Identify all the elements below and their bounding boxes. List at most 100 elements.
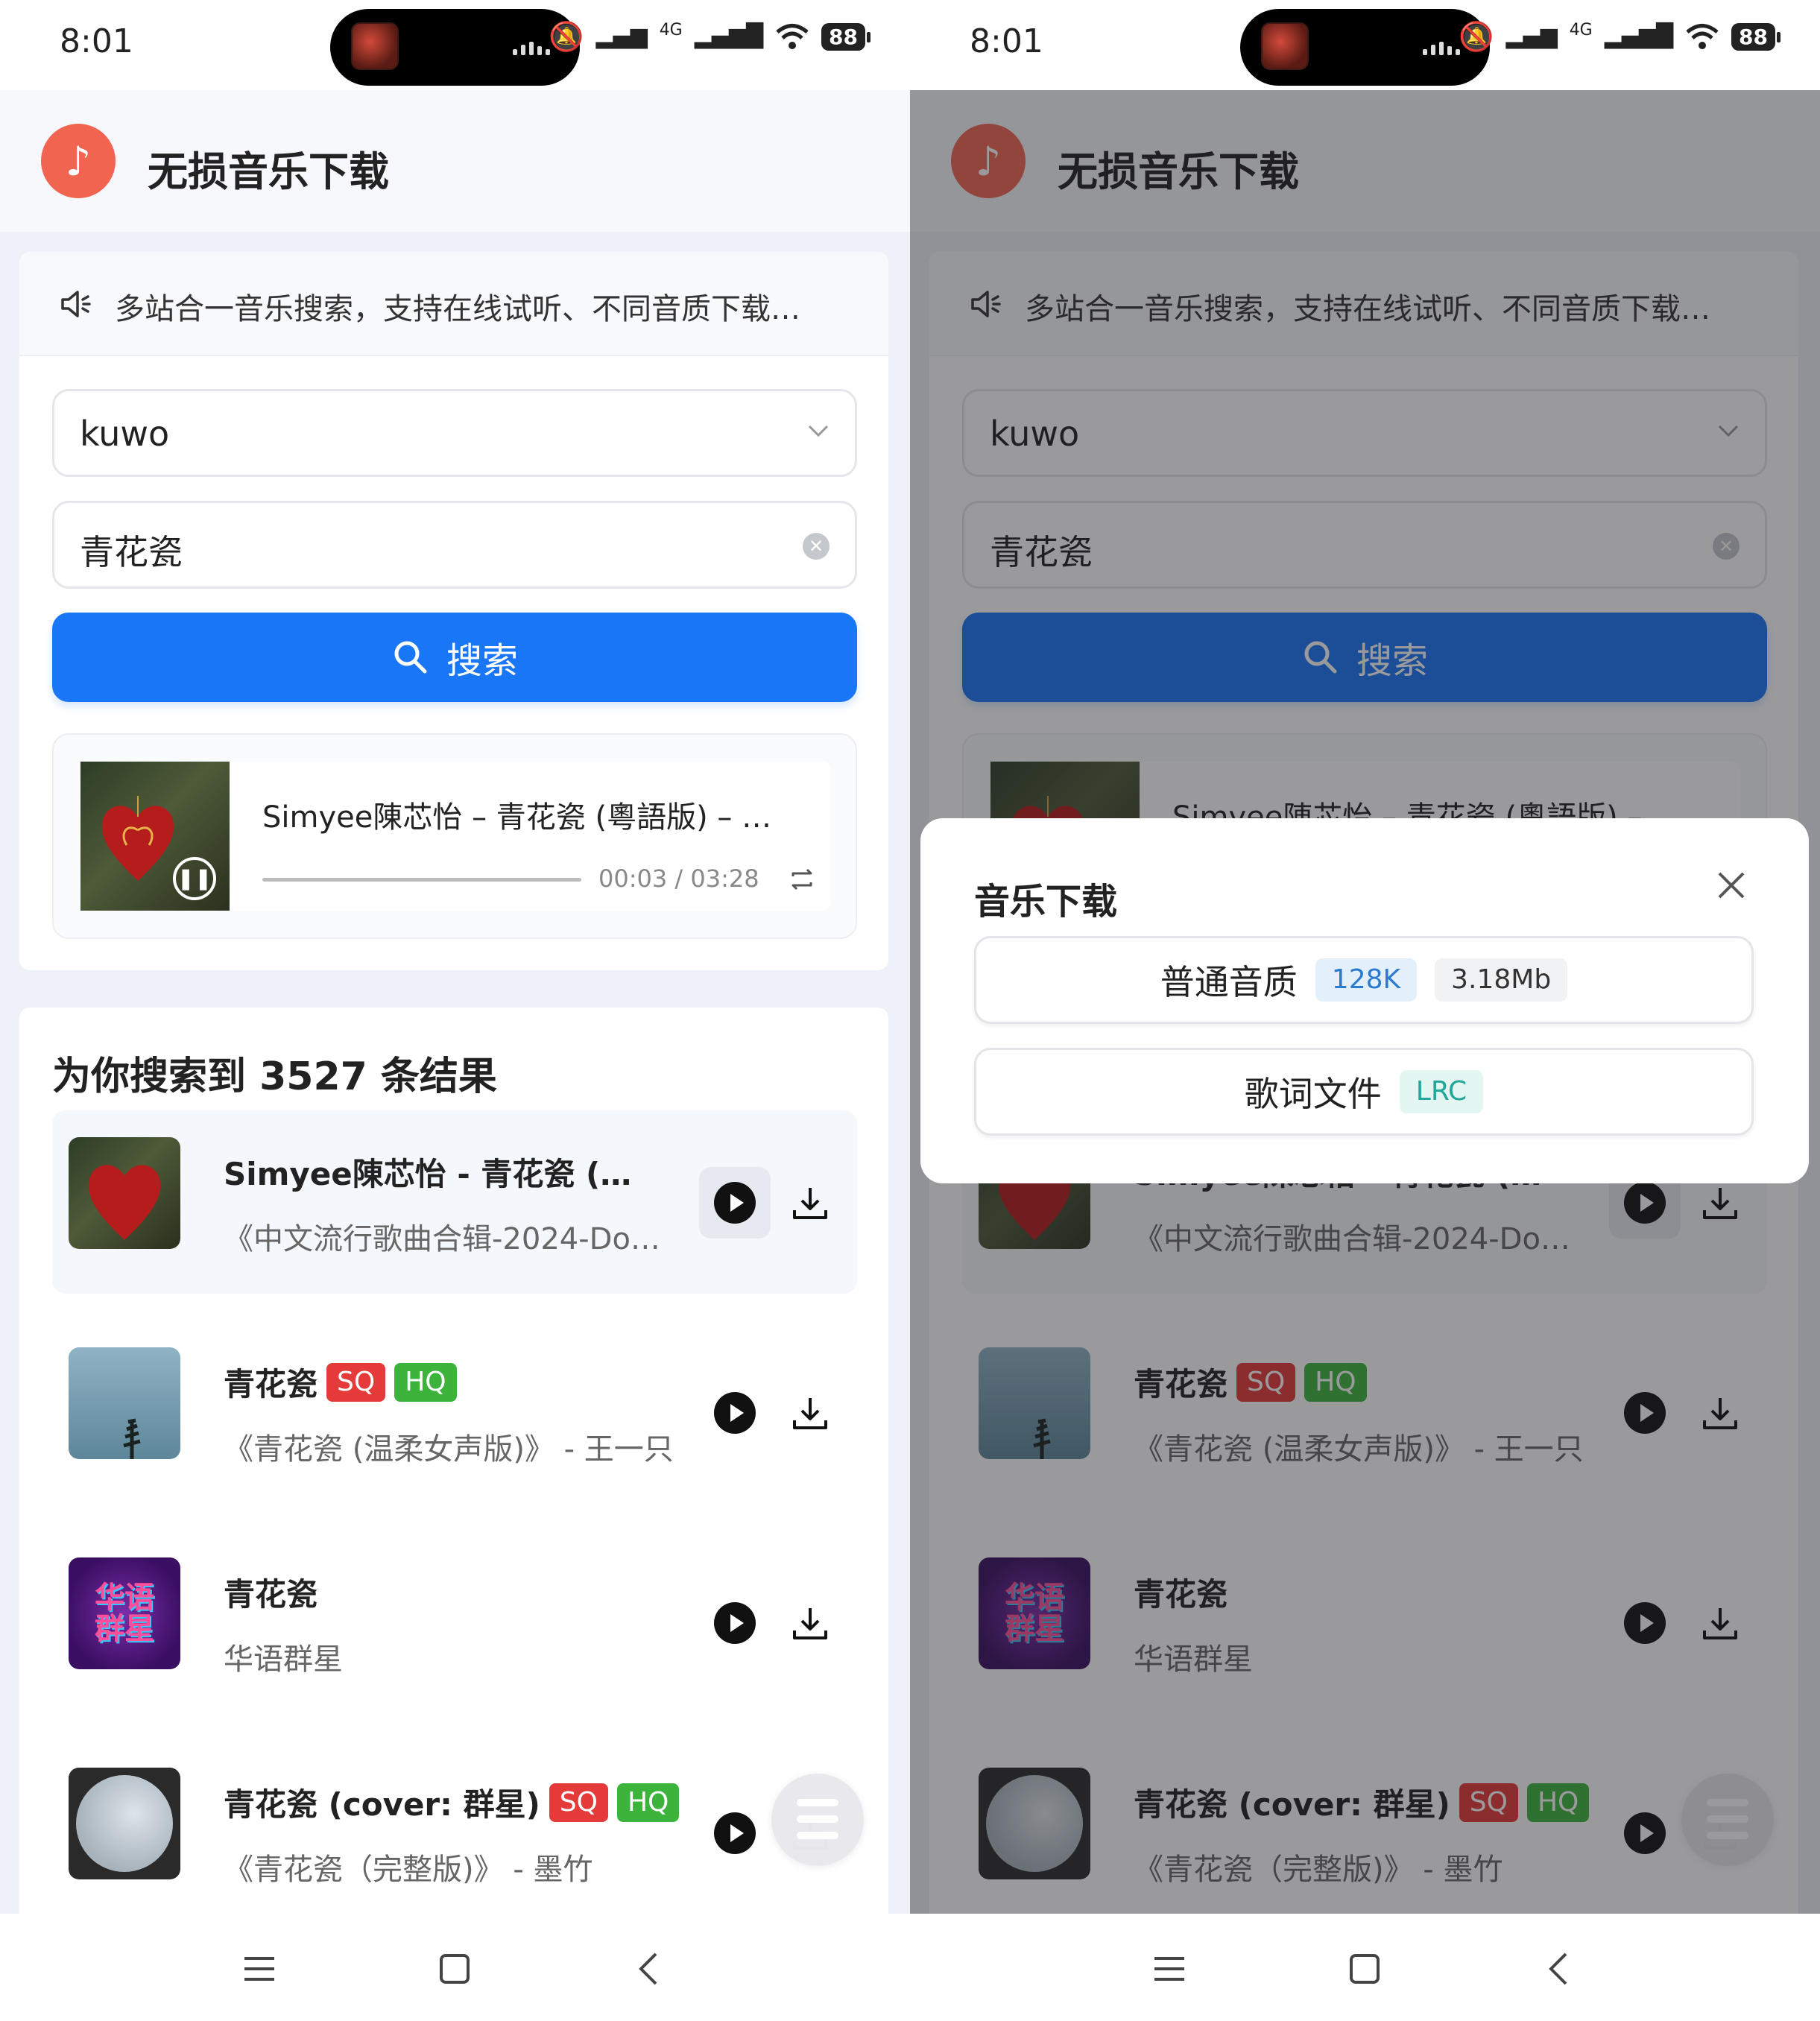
sq-badge: SQ <box>549 1783 608 1822</box>
search-input[interactable]: 青花瓷 ✕ <box>52 501 857 589</box>
lrc-tag: LRC <box>1399 1070 1484 1113</box>
result-subtitle: 华语群星 <box>224 1642 343 1677</box>
battery-indicator: 88 <box>821 22 870 51</box>
wifi-icon <box>1686 24 1719 49</box>
download-icon[interactable] <box>790 1604 830 1644</box>
recent-apps-icon[interactable] <box>237 1946 282 1991</box>
download-icon[interactable] <box>790 1183 830 1224</box>
heart-ornament-image <box>101 796 174 881</box>
back-icon[interactable] <box>1538 1946 1582 1991</box>
search-button-label: 搜索 <box>446 640 518 682</box>
pause-icon[interactable]: ❚❚ <box>173 857 216 900</box>
clear-icon[interactable]: ✕ <box>803 533 830 560</box>
home-icon[interactable] <box>432 1946 477 1991</box>
result-title: 青花瓷 SQ HQ <box>224 1359 457 1405</box>
result-title: 青花瓷 (cover: 群星) SQ HQ <box>224 1780 680 1825</box>
play-icon <box>714 1812 756 1854</box>
player-title: Simyee陳芯怡 – 青花瓷 (粵語版) – … <box>262 800 772 835</box>
wifi-icon <box>776 24 809 49</box>
source-select[interactable]: kuwo <box>52 389 857 477</box>
mute-bell-icon: 🔕 <box>1459 20 1494 53</box>
close-icon[interactable] <box>1709 863 1754 908</box>
status-icons: 🔕 ▂▄▆ 4G ▂▄▆█ 88 <box>1459 20 1780 53</box>
song-thumbnail <box>69 1347 180 1459</box>
system-nav-bar <box>0 1914 910 2021</box>
dynamic-island[interactable] <box>1240 9 1490 86</box>
album-cover: ❚❚ <box>80 762 230 911</box>
phone-screen-download-dialog: 8:01 🔕 ▂▄▆ 4G ▂▄▆█ 88 ♪ 无损音乐下载 多站合一音乐搜索，… <box>910 0 1820 2021</box>
result-subtitle: 《中文流行歌曲合辑-2024-Do… <box>224 1222 660 1256</box>
progress-slider[interactable] <box>262 878 581 882</box>
result-item[interactable]: 华语群星 青花瓷 华语群星 <box>52 1531 857 1714</box>
quality-option-button[interactable]: 普通音质 128K 3.18Mb <box>974 936 1754 1024</box>
status-time: 8:01 <box>970 22 1043 60</box>
results-card: 为你搜索到 3527 条结果 Simyee陳芯怡 - 青花瓷 (粤… 《中文流行… <box>19 1008 888 2021</box>
download-dialog: 音乐下载 普通音质 128K 3.18Mb 歌词文件 LRC <box>920 818 1809 1183</box>
status-bar: 8:01 🔕 ▂▄▆ 4G ▂▄▆█ 88 <box>0 0 910 90</box>
back-icon[interactable] <box>628 1946 672 1991</box>
search-icon <box>394 641 427 674</box>
repeat-icon[interactable] <box>787 864 817 894</box>
play-icon <box>714 1182 756 1224</box>
now-playing-app-icon <box>1261 22 1309 70</box>
result-subtitle: 《青花瓷 (温柔女声版)》 - 王一只 <box>224 1432 674 1467</box>
search-button[interactable]: 搜索 <box>52 613 857 702</box>
round-artwork-image <box>76 1775 173 1872</box>
download-icon[interactable] <box>790 1394 830 1434</box>
dialog-title: 音乐下载 <box>974 881 1118 923</box>
notice-text: 多站合一音乐搜索，支持在线试听、不同音质下载… <box>115 292 800 326</box>
player-body: ❚❚ Simyee陳芯怡 – 青花瓷 (粵語版) – … 00:03 / 03:… <box>80 762 830 911</box>
menu-icon-line <box>797 1832 838 1839</box>
result-item[interactable]: Simyee陳芯怡 - 青花瓷 (粤… 《中文流行歌曲合辑-2024-Do… <box>52 1110 857 1294</box>
result-title: Simyee陳芯怡 - 青花瓷 (粤… <box>224 1156 641 1192</box>
hq-badge: HQ <box>394 1362 457 1402</box>
results-title: 为你搜索到 3527 条结果 <box>52 1054 497 1099</box>
dynamic-island[interactable] <box>330 9 580 86</box>
bitrate-tag: 128K <box>1315 958 1418 1002</box>
search-input-value: 青花瓷 <box>80 532 183 572</box>
chevron-down-icon <box>808 425 829 437</box>
audio-player: ❚❚ Simyee陳芯怡 – 青花瓷 (粵語版) – … 00:03 / 03:… <box>52 733 857 939</box>
result-title: 青花瓷 <box>224 1576 318 1613</box>
hq-badge: HQ <box>616 1783 680 1822</box>
thumbnail-text: 华语群星 <box>95 1581 154 1646</box>
play-icon <box>714 1392 756 1434</box>
signal-icon: ▂▄▆ <box>595 23 648 49</box>
notice-bar: 多站合一音乐搜索，支持在线试听、不同音质下载… <box>19 252 888 356</box>
play-button[interactable] <box>699 1167 771 1239</box>
network-type-label: 4G <box>659 21 683 39</box>
filesize-tag: 3.18Mb <box>1435 958 1568 1002</box>
status-time: 8:01 <box>60 22 133 60</box>
song-thumbnail <box>69 1768 180 1879</box>
now-playing-app-icon <box>351 22 399 70</box>
heart-ornament-image <box>88 1165 161 1240</box>
status-bar: 8:01 🔕 ▂▄▆ 4G ▂▄▆█ 88 <box>910 0 1820 90</box>
status-icons: 🔕 ▂▄▆ 4G ▂▄▆█ 88 <box>549 21 870 51</box>
menu-icon-line <box>797 1815 838 1823</box>
play-button[interactable] <box>699 1377 771 1449</box>
home-icon[interactable] <box>1342 1946 1387 1991</box>
music-note-icon: ♪ <box>41 124 116 198</box>
lyrics-option-button[interactable]: 歌词文件 LRC <box>974 1048 1754 1136</box>
signal-icon: ▂▄▆█ <box>1604 23 1674 49</box>
player-time: 00:03 / 03:28 <box>598 864 759 893</box>
phone-screen-search: 8:01 🔕 ▂▄▆ 4G ▂▄▆█ 88 ♪ 无损音乐下载 多站合一音乐搜索，… <box>0 0 910 2021</box>
tree-silhouette-image <box>123 1418 141 1459</box>
recent-apps-icon[interactable] <box>1147 1946 1192 1991</box>
system-nav-bar <box>910 1914 1820 2021</box>
source-value: kuwo <box>80 414 170 454</box>
sq-badge: SQ <box>326 1362 386 1402</box>
play-button[interactable] <box>699 1797 771 1869</box>
result-item[interactable]: 青花瓷 SQ HQ 《青花瓷 (温柔女声版)》 - 王一只 <box>52 1321 857 1504</box>
search-card: 多站合一音乐搜索，支持在线试听、不同音质下载… kuwo 青花瓷 ✕ 搜索 ❚❚… <box>19 252 888 970</box>
signal-icon: ▂▄▆ <box>1505 23 1558 49</box>
menu-icon-line <box>797 1799 838 1806</box>
battery-indicator: 88 <box>1731 22 1780 51</box>
play-button[interactable] <box>699 1587 771 1659</box>
result-subtitle: 《青花瓷（完整版)》 - 墨竹 <box>224 1853 593 1887</box>
network-type-label: 4G <box>1569 21 1593 39</box>
menu-fab[interactable] <box>771 1774 864 1866</box>
result-item[interactable]: 青花瓷 (cover: 群星) SQ HQ 《青花瓷（完整版)》 - 墨竹 <box>52 1741 857 1924</box>
play-icon <box>714 1602 756 1644</box>
song-thumbnail: 华语群星 <box>69 1557 180 1669</box>
